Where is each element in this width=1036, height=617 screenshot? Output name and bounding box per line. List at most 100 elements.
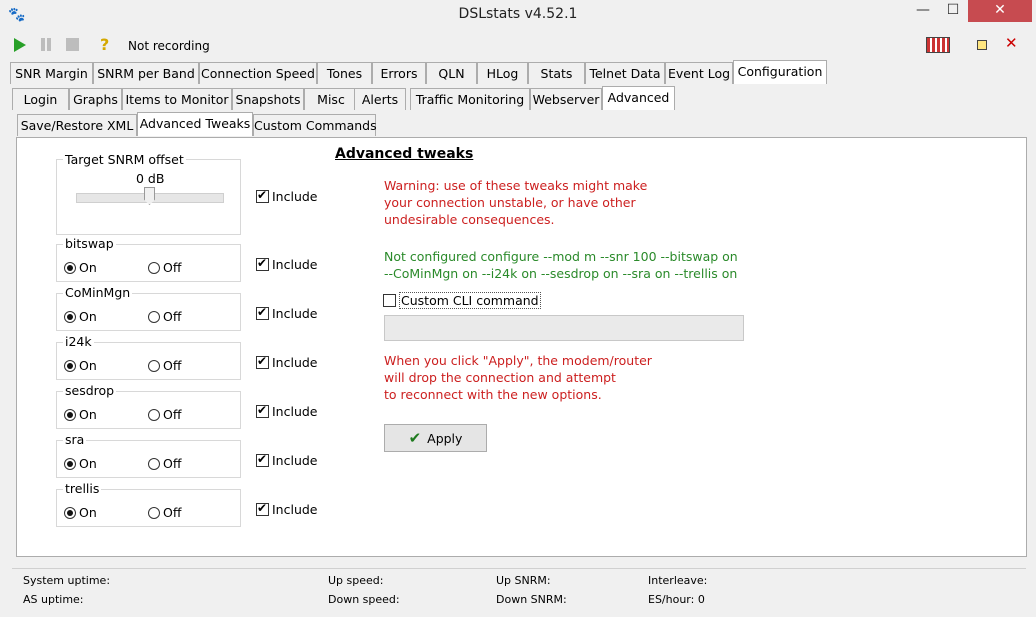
i24k-off-radio[interactable]: Off bbox=[148, 358, 181, 373]
sra-label: sra bbox=[63, 432, 87, 447]
cominmgn-label: CoMinMgn bbox=[63, 285, 133, 300]
apply-button[interactable]: ✔ Apply bbox=[384, 424, 487, 452]
configure-command-text: Not configured configure --mod m --snr 1… bbox=[384, 249, 738, 281]
trellis-include[interactable]: Include bbox=[256, 501, 318, 517]
es-per-hour: ES/hour: 0 bbox=[648, 593, 705, 606]
subtab-graphs[interactable]: Graphs bbox=[69, 88, 122, 110]
interleave: Interleave: bbox=[648, 574, 708, 587]
title-bar: 🐾 DSLstats v4.52.1 — ☐ ✕ bbox=[0, 0, 1036, 30]
advanced-tweaks-heading: Advanced tweaks bbox=[335, 146, 474, 162]
as-uptime: AS uptime: bbox=[23, 593, 84, 606]
subtab-alerts[interactable]: Alerts bbox=[354, 88, 406, 110]
target-snrm-include[interactable]: Include bbox=[256, 188, 318, 204]
include-checkbox[interactable] bbox=[256, 188, 269, 203]
tab-tones[interactable]: Tones bbox=[317, 62, 372, 84]
radio-selected-icon[interactable] bbox=[64, 507, 76, 519]
apply-note-text: When you click "Apply", the modem/router… bbox=[384, 353, 652, 402]
tab-stats[interactable]: Stats bbox=[528, 62, 585, 84]
maximize-button[interactable]: ☐ bbox=[939, 0, 967, 22]
sesdrop-on-radio[interactable]: On bbox=[64, 407, 97, 422]
minimize-button[interactable]: — bbox=[909, 0, 937, 22]
down-speed: Down speed: bbox=[328, 593, 400, 606]
include-checkbox[interactable] bbox=[256, 452, 269, 467]
system-uptime: System uptime: bbox=[23, 574, 111, 587]
radio-icon[interactable] bbox=[148, 409, 160, 421]
cominmgn-include[interactable]: Include bbox=[256, 305, 318, 321]
bitswap-label: bitswap bbox=[63, 236, 116, 251]
include-checkbox[interactable] bbox=[256, 305, 269, 320]
exit-icon[interactable]: ✕ bbox=[1005, 34, 1018, 52]
i24k-include[interactable]: Include bbox=[256, 354, 318, 370]
tab-snrm-per-band[interactable]: SNRM per Band bbox=[93, 62, 199, 84]
i24k-label: i24k bbox=[63, 334, 94, 349]
include-checkbox[interactable] bbox=[256, 403, 269, 418]
subtab-snapshots[interactable]: Snapshots bbox=[232, 88, 304, 110]
chart-windows-icon[interactable] bbox=[926, 37, 950, 53]
status-bar: System uptime: AS uptime: Up speed: Down… bbox=[12, 568, 1026, 612]
advtab-custom-commands[interactable]: Custom Commands bbox=[253, 114, 377, 136]
tab-qln[interactable]: QLN bbox=[426, 62, 477, 84]
advtab-advanced-tweaks[interactable]: Advanced Tweaks bbox=[137, 112, 253, 136]
custom-cli-checkbox[interactable] bbox=[383, 294, 396, 307]
advtab-save-restore-xml[interactable]: Save/Restore XML bbox=[17, 114, 137, 136]
target-snrm-label: Target SNRM offset bbox=[63, 152, 186, 167]
radio-icon[interactable] bbox=[148, 507, 160, 519]
trellis-on-radio[interactable]: On bbox=[64, 505, 97, 520]
sra-off-radio[interactable]: Off bbox=[148, 456, 181, 471]
cominmgn-on-radio[interactable]: On bbox=[64, 309, 97, 324]
sesdrop-include[interactable]: Include bbox=[256, 403, 318, 419]
tab-telnet-data[interactable]: Telnet Data bbox=[585, 62, 665, 84]
sesdrop-label: sesdrop bbox=[63, 383, 117, 398]
sesdrop-off-radio[interactable]: Off bbox=[148, 407, 181, 422]
radio-selected-icon[interactable] bbox=[64, 409, 76, 421]
restore-window-icon[interactable] bbox=[977, 40, 987, 50]
pause-icon[interactable] bbox=[40, 38, 52, 51]
i24k-on-radio[interactable]: On bbox=[64, 358, 97, 373]
include-checkbox[interactable] bbox=[256, 256, 269, 271]
tab-snr-margin[interactable]: SNR Margin bbox=[10, 62, 93, 84]
bitswap-off-radio[interactable]: Off bbox=[148, 260, 181, 275]
trellis-label: trellis bbox=[63, 481, 102, 496]
subtab-items-to-monitor[interactable]: Items to Monitor bbox=[122, 88, 232, 110]
tab-errors[interactable]: Errors bbox=[372, 62, 426, 84]
window-title: DSLstats v4.52.1 bbox=[458, 6, 578, 22]
up-snrm: Up SNRM: bbox=[496, 574, 551, 587]
radio-icon[interactable] bbox=[148, 360, 160, 372]
stop-icon[interactable] bbox=[66, 38, 79, 51]
checkmark-icon: ✔ bbox=[408, 429, 422, 447]
warning-text: Warning: use of these tweaks might make … bbox=[384, 178, 648, 227]
help-icon[interactable]: ? bbox=[100, 35, 109, 54]
down-snrm: Down SNRM: bbox=[496, 593, 567, 606]
cominmgn-off-radio[interactable]: Off bbox=[148, 309, 181, 324]
recording-status: Not recording bbox=[128, 39, 210, 53]
sra-include[interactable]: Include bbox=[256, 452, 318, 468]
close-button[interactable]: ✕ bbox=[968, 0, 1032, 22]
radio-icon[interactable] bbox=[148, 262, 160, 274]
custom-cli-toggle[interactable]: Custom CLI command bbox=[383, 292, 541, 309]
radio-selected-icon[interactable] bbox=[64, 262, 76, 274]
tab-event-log[interactable]: Event Log bbox=[665, 62, 733, 84]
up-speed: Up speed: bbox=[328, 574, 384, 587]
bitswap-on-radio[interactable]: On bbox=[64, 260, 97, 275]
subtab-webserver[interactable]: Webserver bbox=[530, 88, 602, 110]
sra-on-radio[interactable]: On bbox=[64, 456, 97, 471]
bitswap-include[interactable]: Include bbox=[256, 256, 318, 272]
radio-selected-icon[interactable] bbox=[64, 360, 76, 372]
subtab-traffic-monitoring[interactable]: Traffic Monitoring bbox=[410, 88, 530, 110]
play-icon[interactable] bbox=[14, 38, 26, 52]
radio-icon[interactable] bbox=[148, 311, 160, 323]
include-checkbox[interactable] bbox=[256, 501, 269, 516]
radio-selected-icon[interactable] bbox=[64, 311, 76, 323]
custom-cli-input[interactable] bbox=[384, 315, 744, 341]
tab-configuration[interactable]: Configuration bbox=[733, 60, 827, 84]
tab-hlog[interactable]: HLog bbox=[477, 62, 528, 84]
tab-connection-speed[interactable]: Connection Speed bbox=[199, 62, 317, 84]
radio-selected-icon[interactable] bbox=[64, 458, 76, 470]
subtab-login[interactable]: Login bbox=[12, 88, 69, 110]
trellis-off-radio[interactable]: Off bbox=[148, 505, 181, 520]
include-checkbox[interactable] bbox=[256, 354, 269, 369]
subtab-misc[interactable]: Misc bbox=[304, 88, 358, 110]
radio-icon[interactable] bbox=[148, 458, 160, 470]
target-snrm-value: 0 dB bbox=[136, 171, 165, 186]
subtab-advanced[interactable]: Advanced bbox=[602, 86, 675, 110]
